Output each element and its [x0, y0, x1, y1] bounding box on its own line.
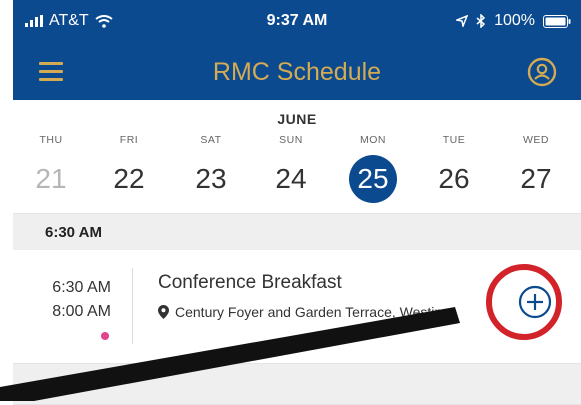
- time-section-header-2: AM: [13, 363, 581, 405]
- divider: [132, 268, 133, 344]
- add-circle-icon[interactable]: [518, 285, 552, 319]
- app-header: RMC Schedule: [13, 44, 581, 100]
- bluetooth-icon: [476, 14, 486, 28]
- day-tue[interactable]: TUE 26: [419, 134, 489, 203]
- event-end-time: 8:00 AM: [52, 303, 111, 320]
- app-title: RMC Schedule: [212, 58, 382, 86]
- day-number: 21: [35, 163, 67, 194]
- app-screen: AT&T 9:37 AM 100% RMC Schedule JUNE THU …: [13, 0, 581, 405]
- time-section-header: 6:30 AM: [13, 213, 581, 251]
- day-mon[interactable]: MON 25: [338, 134, 408, 203]
- day-sun[interactable]: SUN 24: [256, 134, 326, 203]
- day-of-week-label: FRI: [119, 134, 139, 146]
- day-of-week-label: SUN: [279, 134, 303, 146]
- day-fri[interactable]: FRI 22: [94, 134, 164, 203]
- day-thu[interactable]: THU 21: [16, 134, 86, 203]
- profile-icon[interactable]: [527, 57, 557, 87]
- status-bar: AT&T 9:37 AM 100%: [13, 0, 581, 44]
- section-label-2: AM: [75, 376, 99, 393]
- event-marker-dot: [101, 332, 109, 340]
- day-number: 26: [438, 163, 470, 194]
- day-of-week-label: MON: [360, 134, 386, 146]
- location-pin-icon: [158, 305, 169, 319]
- section-label: 6:30 AM: [45, 224, 102, 241]
- selected-day-number: 25: [349, 155, 397, 203]
- day-of-week-label: SAT: [200, 134, 222, 146]
- event-title[interactable]: Conference Breakfast: [158, 272, 342, 294]
- month-label: JUNE: [277, 111, 317, 127]
- battery-percent: 100%: [494, 12, 535, 29]
- location-arrow-icon: [456, 15, 469, 27]
- day-number: 23: [195, 163, 227, 194]
- day-of-week-label: WED: [523, 134, 549, 146]
- day-wed[interactable]: WED 27: [501, 134, 571, 203]
- week-strip: THU 21 FRI 22 SAT 23 SUN 24 MON 25 TUE 26 WED 27: [13, 134, 581, 204]
- event-times: 6:30 AM 8:00 AM: [41, 276, 111, 324]
- day-sat[interactable]: SAT 23: [176, 134, 246, 203]
- day-of-week-label: THU: [39, 134, 63, 146]
- event-start-time: 6:30 AM: [52, 279, 111, 296]
- day-number: 27: [520, 163, 552, 194]
- event-location-text: Century Foyer and Garden Terrace, Westin: [175, 304, 443, 320]
- day-of-week-label: TUE: [442, 134, 466, 146]
- day-number: 22: [113, 163, 145, 194]
- event-location: Century Foyer and Garden Terrace, Westin: [158, 304, 442, 320]
- day-number: 24: [275, 163, 307, 194]
- battery-icon: [543, 14, 571, 28]
- event-row[interactable]: 6:30 AM 8:00 AM Conference Breakfast Cen…: [13, 250, 581, 362]
